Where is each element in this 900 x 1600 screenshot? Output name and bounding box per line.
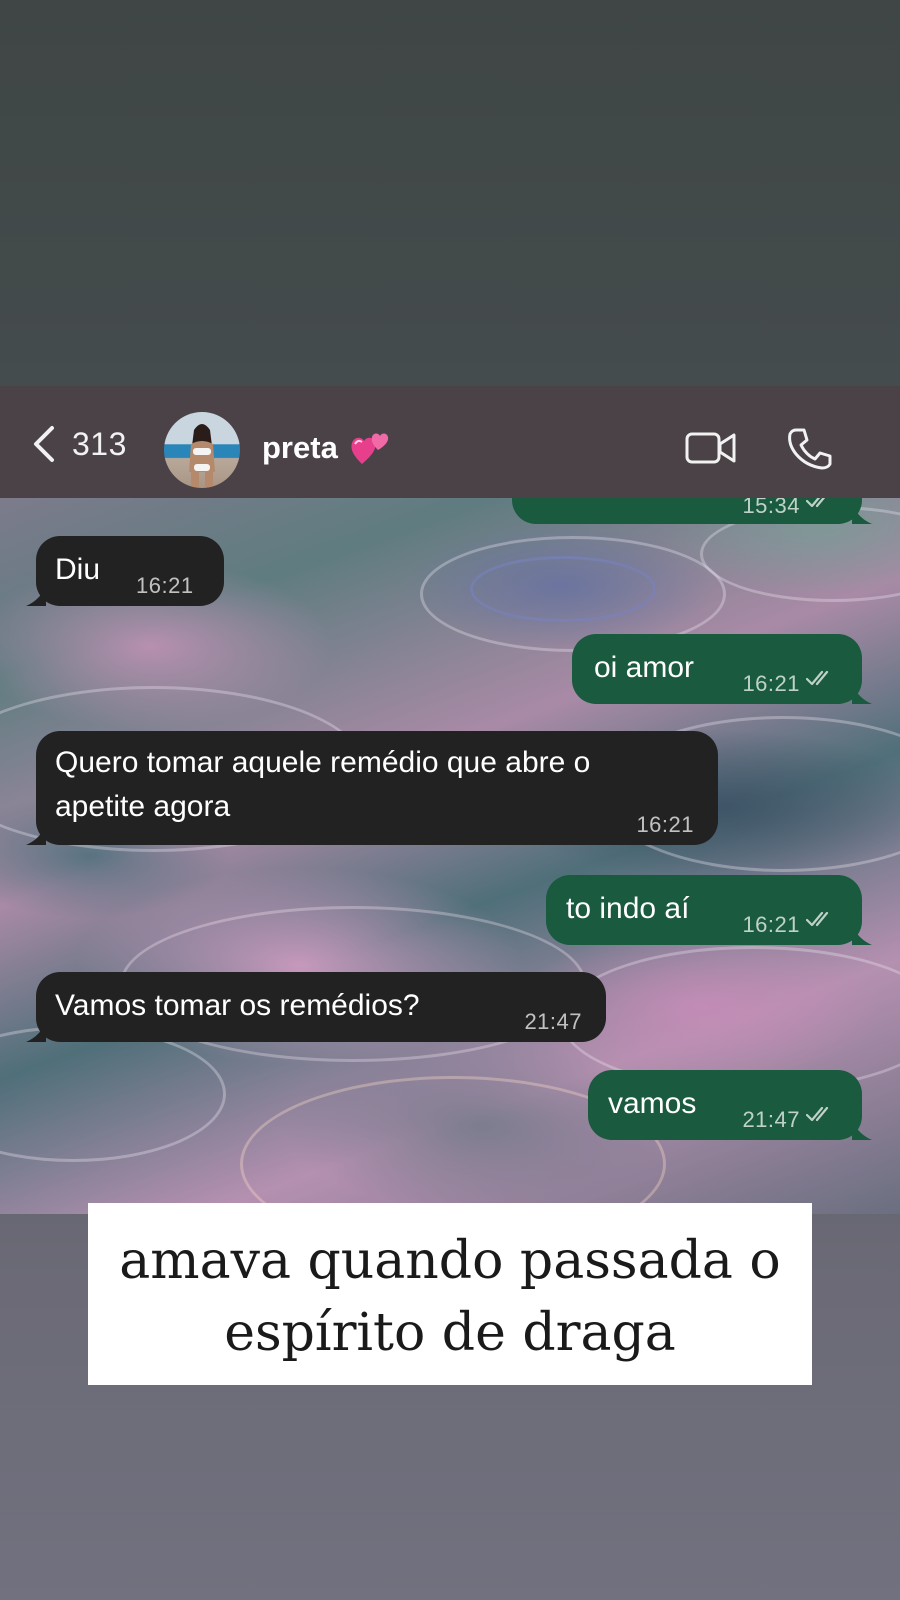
message-list[interactable]: 15:34 Diu 16:21 oi amor 16:21 Quero toma… (0, 468, 900, 1214)
message-bubble-incoming[interactable]: Diu 16:21 (26, 536, 224, 606)
chevron-left-icon (34, 426, 54, 462)
message-text-line: apetite agora (55, 790, 231, 823)
avatar[interactable] (164, 412, 240, 488)
message-text-line: Quero tomar aquele remédio que abre o (55, 746, 591, 779)
double-check-icon (806, 1106, 829, 1122)
message-bubble-outgoing[interactable]: vamos 21:47 (588, 1070, 872, 1140)
contact-name: preta (262, 430, 338, 465)
back-button[interactable]: 313 (26, 420, 127, 468)
bubble-tail (852, 1120, 872, 1140)
story-caption: amava quando passada o espírito de draga (88, 1203, 812, 1385)
message-text: oi amor (594, 651, 695, 684)
message-bubble-outgoing[interactable]: to indo aí 16:21 (546, 875, 872, 945)
message-bubble-incoming[interactable]: Vamos tomar os remédios? 21:47 (26, 972, 606, 1042)
bubble-tail (852, 925, 872, 945)
double-check-icon (806, 911, 829, 927)
message-bubble-outgoing[interactable]: oi amor 16:21 (572, 634, 872, 704)
avatar-photo (189, 424, 215, 488)
message-time: 16:21 (636, 812, 694, 837)
message-text: Vamos tomar os remédios? (55, 989, 420, 1022)
bubble-tail (26, 1022, 46, 1042)
video-camera-icon[interactable] (684, 426, 738, 470)
bubble-tail (852, 504, 872, 524)
contact-info[interactable]: preta (262, 424, 390, 472)
message-text: Diu (55, 553, 101, 586)
phone-icon[interactable] (784, 426, 838, 470)
message-bubble-incoming[interactable]: Quero tomar aquele remédio que abre o ap… (26, 731, 718, 845)
message-time: 16:21 (742, 671, 800, 696)
bubble-tail (852, 684, 872, 704)
chat-screenshot: 15:34 Diu 16:21 oi amor 16:21 Quero toma… (0, 386, 900, 1214)
double-check-icon (806, 670, 829, 686)
message-time: 21:47 (524, 1009, 582, 1034)
bubble-tail (26, 825, 46, 845)
message-text: to indo aí (566, 892, 690, 925)
message-time: 16:21 (742, 912, 800, 937)
message-text: vamos (608, 1087, 697, 1120)
message-time: 21:47 (742, 1107, 800, 1132)
revolving-hearts-emoji-icon (351, 433, 388, 464)
unread-count: 313 (72, 425, 127, 462)
caption-line: amava quando passada o (119, 1231, 781, 1291)
bubble-tail (26, 586, 46, 606)
message-time: 16:21 (136, 573, 194, 598)
caption-line: espírito de draga (224, 1303, 676, 1363)
chat-header: 313 preta (0, 386, 900, 498)
